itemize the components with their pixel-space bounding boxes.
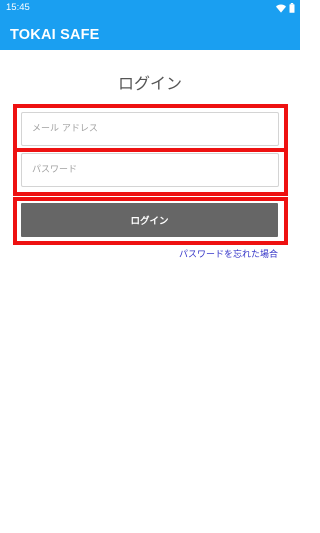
login-button-highlight bbox=[13, 197, 288, 245]
app-title: TOKAI SAFE bbox=[10, 27, 100, 43]
page-title: ログイン bbox=[117, 74, 182, 93]
email-field-highlight bbox=[13, 104, 288, 152]
status-icons bbox=[276, 2, 295, 13]
wifi-icon bbox=[276, 0, 286, 17]
status-bar: 15:45 bbox=[0, 0, 300, 14]
status-time: 15:45 bbox=[6, 2, 30, 13]
forgot-password-link[interactable]: パスワードを忘れた場合 bbox=[179, 249, 278, 261]
password-field-highlight bbox=[13, 148, 288, 196]
battery-icon bbox=[289, 0, 295, 17]
app-header: 15:45 TOKAI SAFE bbox=[0, 0, 300, 50]
